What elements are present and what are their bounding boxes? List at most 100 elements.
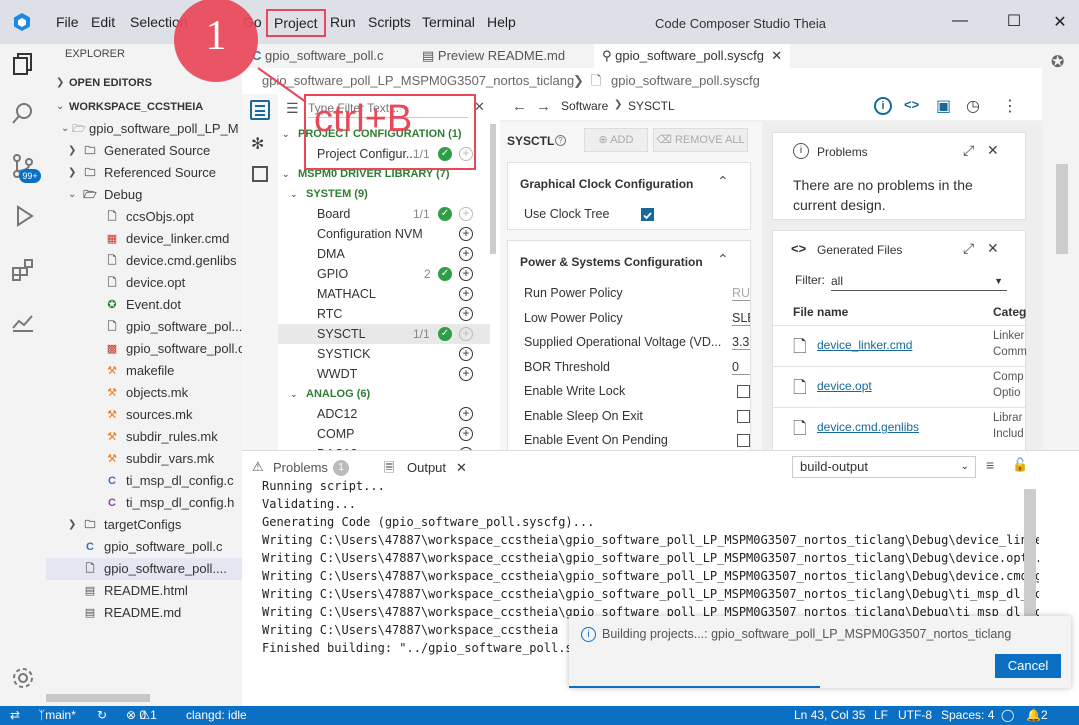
menu-edit[interactable]: Edit xyxy=(91,14,115,30)
config-checkbox[interactable] xyxy=(737,434,750,447)
scrollbar-horizontal[interactable] xyxy=(46,694,150,702)
use-clock-tree-checkbox[interactable] xyxy=(641,208,654,221)
config-value-field[interactable]: SLE xyxy=(732,311,750,326)
add-module-icon[interactable]: + xyxy=(459,347,473,361)
module-item[interactable]: RTC + xyxy=(278,304,490,324)
git-branch[interactable]: ᛉ main* xyxy=(38,706,76,725)
code-view-icon[interactable]: <> xyxy=(904,97,919,112)
module-item[interactable]: Configuration NVM + xyxy=(278,224,490,244)
add-module-icon[interactable]: + xyxy=(459,227,473,241)
file-item[interactable]: ▦ device_linker.cmd xyxy=(46,228,242,250)
file-item[interactable]: Cti_msp_dl_config.h xyxy=(46,492,242,514)
module-item[interactable]: COMP + xyxy=(278,424,490,444)
indent-status[interactable]: Spaces: 4 xyxy=(941,706,994,725)
encoding-status[interactable]: UTF-8 xyxy=(898,706,932,725)
add-module-icon[interactable]: + xyxy=(459,307,473,321)
settings-gear-icon[interactable] xyxy=(9,664,37,692)
folder-item[interactable]: ⌄ 🗁 Debug xyxy=(46,184,242,206)
folder-item[interactable]: ❯ 🗀 targetConfigs xyxy=(46,514,242,536)
clangd-status[interactable]: clangd: idle xyxy=(186,706,247,725)
module-item[interactable]: MATHACL + xyxy=(278,284,490,304)
lock-icon[interactable]: 🔓 xyxy=(1012,457,1028,473)
menu-help[interactable]: Help xyxy=(487,14,516,30)
close-panel-icon[interactable]: ✕ xyxy=(987,240,999,257)
file-item[interactable]: 🗋 device.cmd.genlibs xyxy=(46,250,242,272)
device-view-icon[interactable]: ✻ xyxy=(251,134,264,154)
close-tab-icon[interactable]: ✕ xyxy=(771,48,782,63)
problems-status[interactable]: ⊗ 0 ⚠ 1 xyxy=(126,706,157,725)
folder-item[interactable]: ❯ 🗀 Generated Source xyxy=(46,140,242,162)
file-item[interactable]: 🗋 ccsObjs.opt xyxy=(46,206,242,228)
module-item[interactable]: ADC12 + xyxy=(278,404,490,424)
config-checkbox[interactable] xyxy=(737,409,750,423)
tab-preview-readme[interactable]: ▤ Preview README.md xyxy=(422,44,565,68)
output-channel-select[interactable]: build-output ⌄ xyxy=(792,456,976,478)
file-item[interactable]: ⚒ makefile xyxy=(46,360,242,382)
outline-icon[interactable]: ✪ xyxy=(1051,52,1064,72)
chip-icon[interactable]: ▣ xyxy=(936,96,951,116)
add-module-icon[interactable]: + xyxy=(459,367,473,381)
remote-icon[interactable]: ⇄ xyxy=(10,706,20,725)
generated-file-link[interactable]: device.opt xyxy=(817,379,872,393)
filter-select[interactable]: all ▼ xyxy=(831,271,1007,291)
generated-file-link[interactable]: device.cmd.genlibs xyxy=(817,420,919,434)
menu-run[interactable]: Run xyxy=(330,14,356,30)
add-button[interactable]: ⊕ ADD xyxy=(584,128,648,152)
file-item[interactable]: ▩ gpio_software_poll.o xyxy=(46,338,245,360)
forward-arrow-icon[interactable]: → xyxy=(536,98,551,115)
file-item[interactable]: ▤ README.md xyxy=(46,602,242,624)
module-group[interactable]: ⌄ ANALOG (6) xyxy=(278,384,490,404)
maximize-icon[interactable]: ☐ xyxy=(1004,11,1024,31)
info-icon[interactable]: i xyxy=(874,97,892,115)
close-tab-icon[interactable]: ✕ xyxy=(456,460,467,476)
generated-file-link[interactable]: device_linker.cmd xyxy=(817,338,912,352)
file-item[interactable]: 🗋 device.opt xyxy=(46,272,242,294)
minimize-icon[interactable]: — xyxy=(950,12,970,30)
calculator-icon[interactable] xyxy=(252,166,268,182)
module-group[interactable]: ⌄ SYSTEM (9) xyxy=(278,184,490,204)
tab-syscfg[interactable]: ⚲ gpio_software_poll.syscfg ✕ xyxy=(594,44,791,68)
config-checkbox[interactable] xyxy=(737,385,750,398)
back-arrow-icon[interactable]: ← xyxy=(512,98,527,115)
breadcrumb-file[interactable]: gpio_software_poll.syscfg xyxy=(611,68,760,94)
add-module-icon[interactable]: + xyxy=(459,207,473,221)
config-value-field[interactable]: RU xyxy=(732,286,750,301)
file-item[interactable]: Cgpio_software_poll.c xyxy=(46,536,242,558)
scrollbar-vertical[interactable] xyxy=(490,124,496,254)
menu-terminal[interactable]: Terminal xyxy=(422,14,475,30)
add-module-icon[interactable]: + xyxy=(459,407,473,421)
file-item[interactable]: 🗋 gpio_software_poll.... xyxy=(46,558,242,580)
file-item[interactable]: ⚒ subdir_vars.mk xyxy=(46,448,242,470)
menu-project[interactable]: Project xyxy=(266,9,326,37)
module-item[interactable]: DMA + xyxy=(278,244,490,264)
run-debug-icon[interactable] xyxy=(9,202,37,230)
file-item[interactable]: 🗋 gpio_software_pol... xyxy=(46,316,243,338)
help-icon[interactable]: ? xyxy=(555,135,566,146)
eol-status[interactable]: LF xyxy=(874,706,888,725)
chart-icon[interactable] xyxy=(9,308,37,336)
folder-item[interactable]: ❯ 🗀 Referenced Source xyxy=(46,162,242,184)
add-module-icon[interactable]: + xyxy=(459,327,473,341)
add-module-icon[interactable]: + xyxy=(459,287,473,301)
file-item[interactable]: Cti_msp_dl_config.c xyxy=(46,470,242,492)
expand-icon[interactable]: ⤢ xyxy=(963,142,974,159)
file-item[interactable]: ⚒ objects.mk xyxy=(46,382,242,404)
nav-sysctl[interactable]: SYSCTL xyxy=(628,99,675,113)
close-window-icon[interactable]: ✕ xyxy=(1050,12,1070,32)
add-module-icon[interactable]: + xyxy=(459,427,473,441)
notifications-status[interactable]: 🔔 2 xyxy=(1026,706,1048,725)
history-icon[interactable]: ◷ xyxy=(966,96,980,116)
file-item[interactable]: ▤ README.html xyxy=(46,580,242,602)
nav-software[interactable]: Software xyxy=(561,99,608,113)
editor-scrollbar[interactable] xyxy=(1056,164,1068,254)
close-panel-icon[interactable]: ✕ xyxy=(987,142,999,159)
add-module-icon[interactable]: + xyxy=(459,247,473,261)
explorer-icon[interactable] xyxy=(9,50,37,78)
module-item[interactable]: SYSCTL 1/1 ✓ + xyxy=(278,324,490,344)
sync-icon[interactable]: ↻ xyxy=(97,706,107,725)
search-icon[interactable] xyxy=(9,100,37,128)
collapse-power-icon[interactable]: ⌃ xyxy=(717,251,729,268)
module-item[interactable]: Board 1/1 ✓ + xyxy=(278,204,490,224)
config-value-field[interactable]: 3.3 xyxy=(732,335,750,350)
project-folder[interactable]: ⌄ 🗁 gpio_software_poll_LP_M xyxy=(46,118,242,140)
